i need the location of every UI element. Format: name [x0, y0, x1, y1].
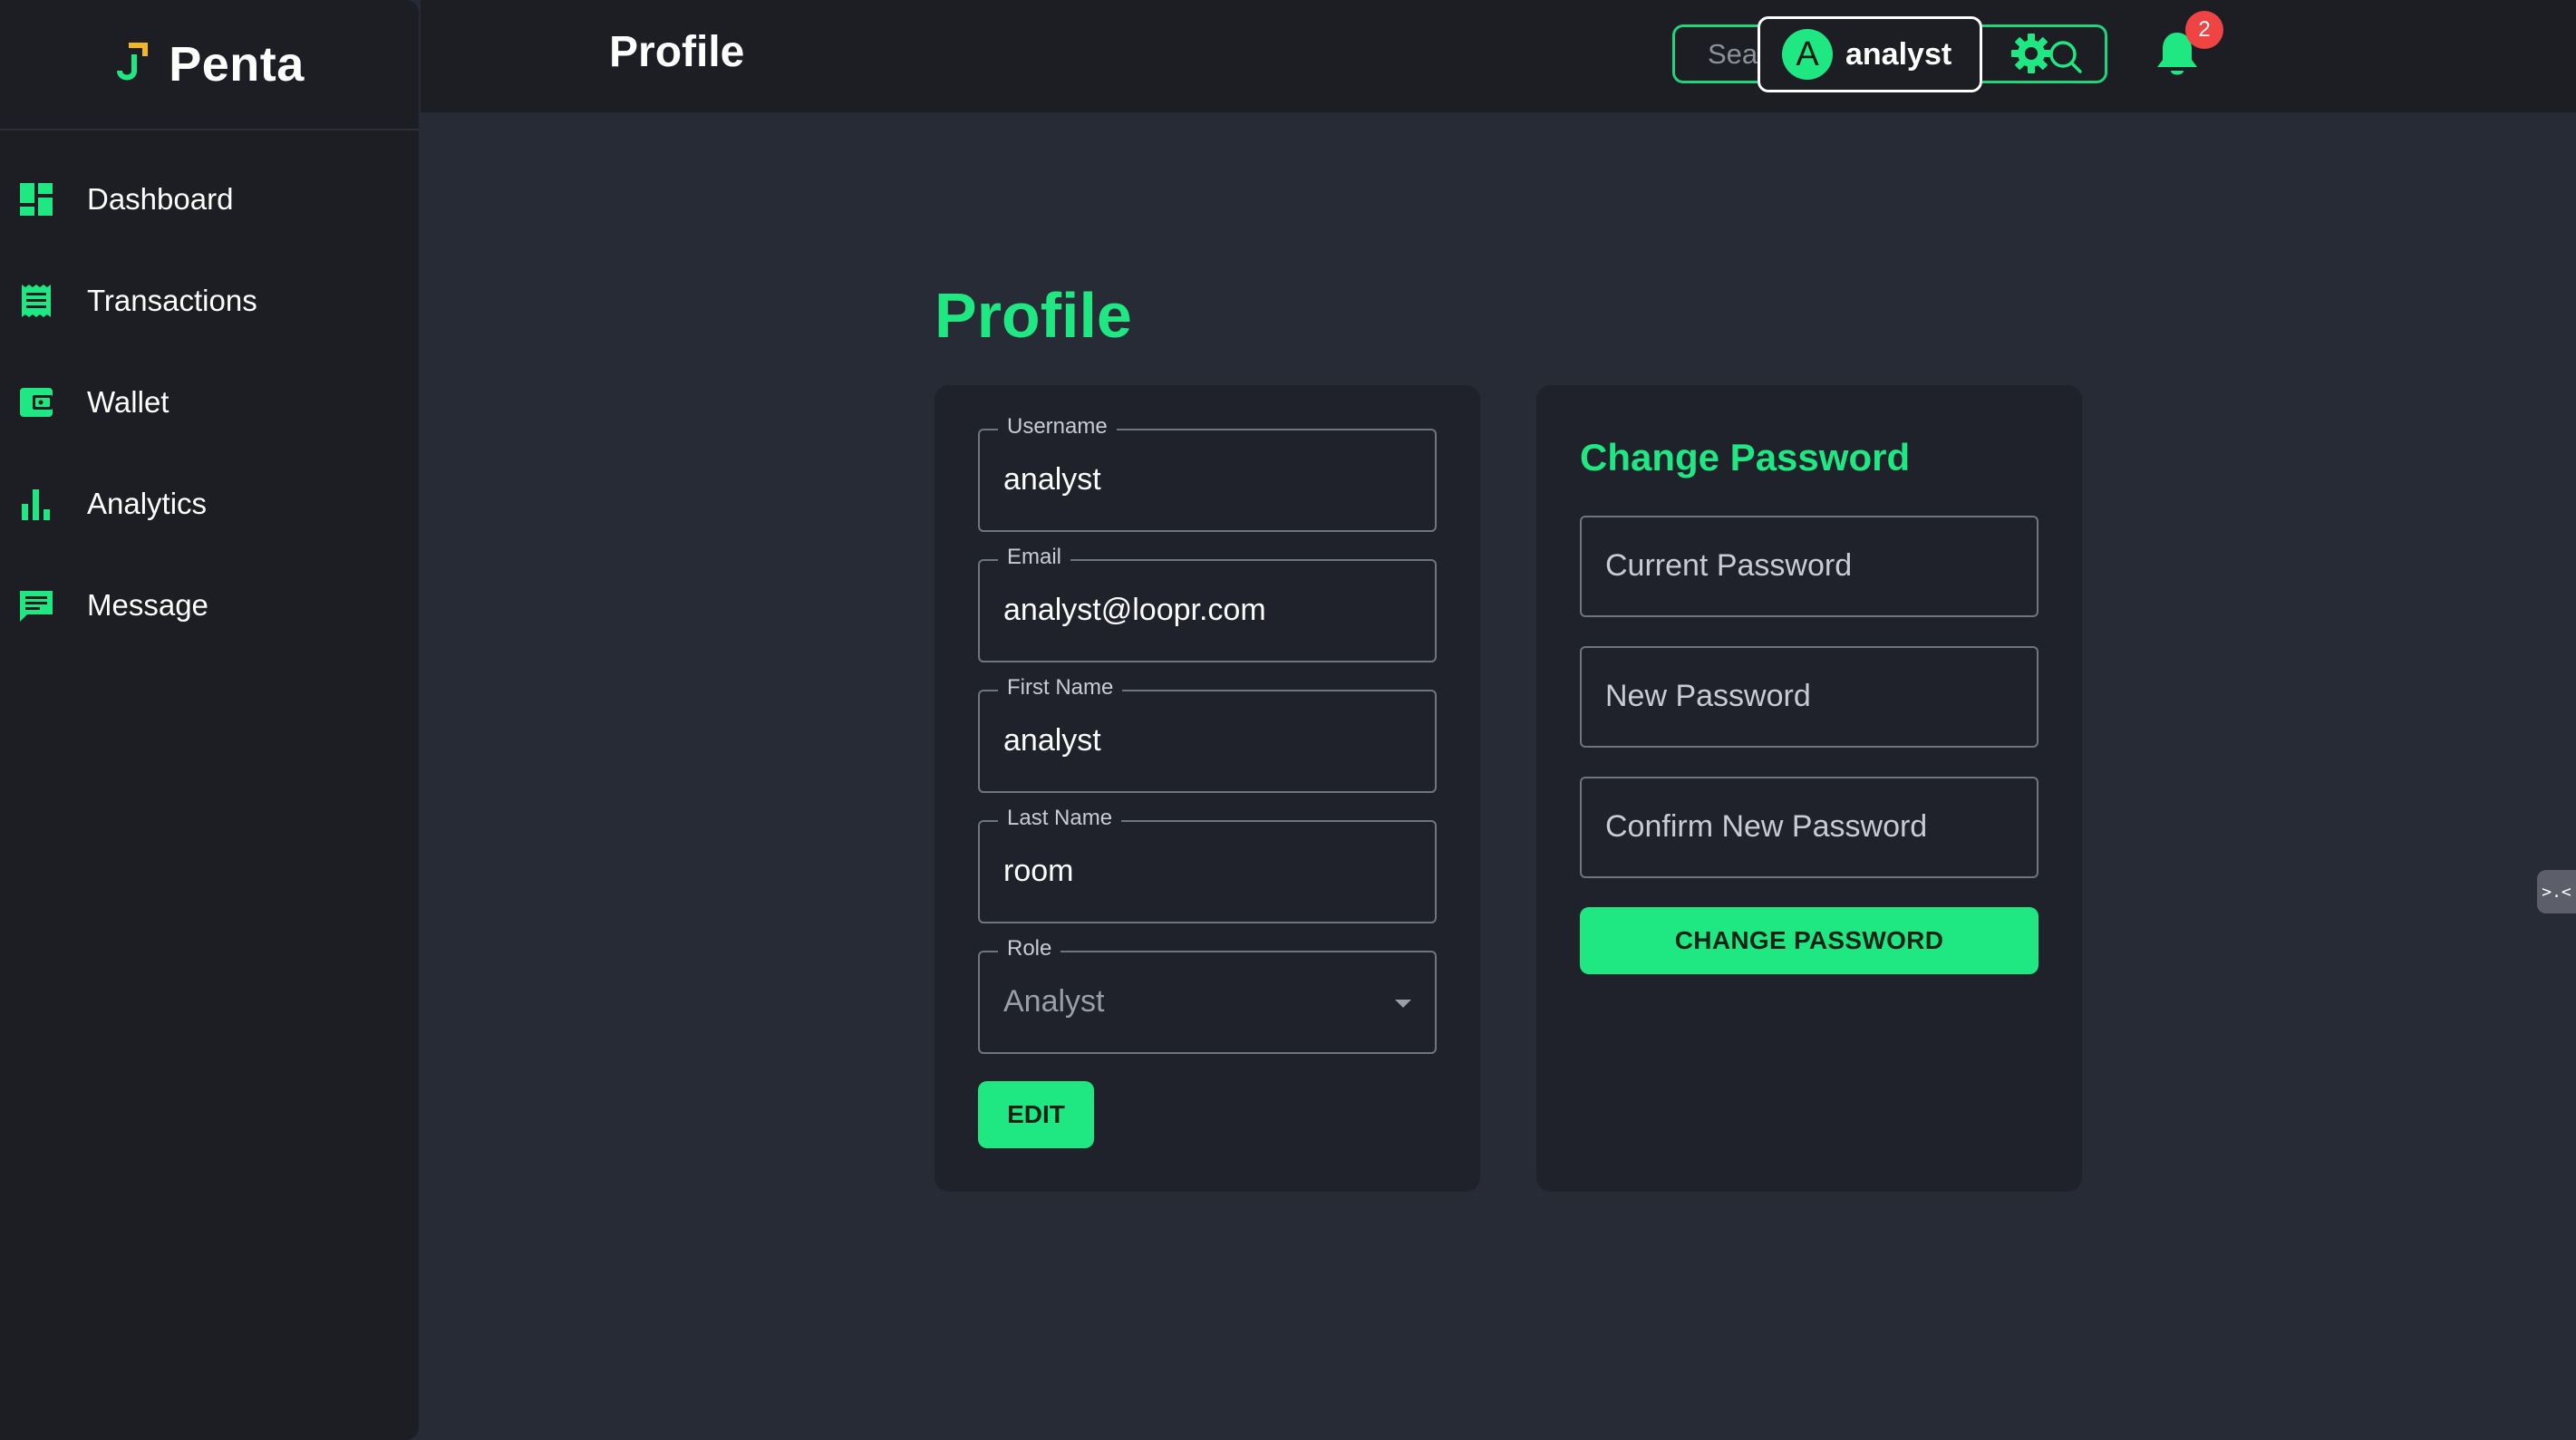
role-label: Role: [998, 936, 1061, 962]
dashboard-icon: [18, 181, 54, 217]
new-password-placeholder: New Password: [1605, 679, 1811, 713]
first-name-label: First Name: [998, 675, 1123, 701]
sidebar-item-label: Message: [87, 588, 208, 622]
profile-card: Username analyst Email analyst@loopr.com…: [935, 385, 1480, 1192]
role-value: Analyst: [1003, 984, 1105, 1019]
last-name-value: room: [1003, 854, 1074, 888]
sidebar-item-label: Transactions: [87, 284, 257, 317]
search-icon[interactable]: [2047, 38, 2083, 74]
current-password-field[interactable]: Current Password: [1580, 516, 2039, 617]
change-password-card: Change Password Current Password New Pas…: [1536, 385, 2082, 1192]
email-value: analyst@loopr.com: [1003, 593, 1266, 627]
penta-logo-icon: [117, 43, 149, 81]
change-password-button[interactable]: CHANGE PASSWORD: [1580, 907, 2039, 974]
sidebar-item-dashboard[interactable]: Dashboard: [0, 149, 419, 250]
user-menu-button[interactable]: A analyst: [1758, 16, 1982, 92]
sidebar-item-wallet[interactable]: Wallet: [0, 352, 419, 453]
username-field[interactable]: Username analyst: [978, 414, 1437, 532]
bar-chart-icon: [18, 486, 54, 522]
receipt-icon: [18, 283, 54, 319]
brand-name: Penta: [169, 37, 305, 92]
first-name-value: analyst: [1003, 723, 1101, 758]
profile-heading: Profile: [935, 280, 1132, 351]
sidebar: Penta Dashboard Transactions Wallet Anal…: [0, 0, 419, 1440]
username-value: analyst: [1003, 462, 1101, 497]
avatar: A: [1782, 29, 1833, 80]
username-label: Username: [998, 414, 1117, 440]
user-name: analyst: [1845, 36, 1952, 72]
message-icon: [18, 587, 54, 623]
sidebar-item-transactions[interactable]: Transactions: [0, 250, 419, 352]
last-name-label: Last Name: [998, 806, 1122, 831]
page-title: Profile: [609, 28, 745, 76]
confirm-password-field[interactable]: Confirm New Password: [1580, 777, 2039, 878]
email-field[interactable]: Email analyst@loopr.com: [978, 545, 1437, 662]
confirm-password-placeholder: Confirm New Password: [1605, 809, 1928, 844]
current-password-placeholder: Current Password: [1605, 548, 1853, 583]
brand[interactable]: Penta: [0, 0, 419, 130]
edit-button[interactable]: EDIT: [978, 1081, 1094, 1148]
sidebar-item-label: Wallet: [87, 385, 169, 419]
last-name-field[interactable]: Last Name room: [978, 806, 1437, 923]
sidebar-item-message[interactable]: Message: [0, 555, 419, 656]
dropdown-caret-icon: [1395, 1000, 1411, 1008]
gear-icon[interactable]: [2010, 33, 2052, 74]
email-label: Email: [998, 545, 1071, 570]
sidebar-item-label: Dashboard: [87, 182, 234, 216]
new-password-field[interactable]: New Password: [1580, 646, 2039, 748]
sidebar-nav: Dashboard Transactions Wallet Analytics …: [0, 149, 419, 656]
sidebar-item-label: Analytics: [87, 487, 208, 520]
wallet-icon: [18, 384, 54, 420]
side-panel-handle[interactable]: >.<: [2537, 870, 2576, 913]
notification-count-badge: 2: [2185, 11, 2223, 49]
sidebar-item-analytics[interactable]: Analytics: [0, 453, 419, 555]
change-password-title: Change Password: [1580, 436, 1911, 478]
role-select[interactable]: Role Analyst: [978, 936, 1437, 1054]
first-name-field[interactable]: First Name analyst: [978, 675, 1437, 793]
top-bar: Profile 2 A analyst: [421, 0, 2576, 112]
dev-tools-icon: >.<: [2542, 882, 2571, 902]
